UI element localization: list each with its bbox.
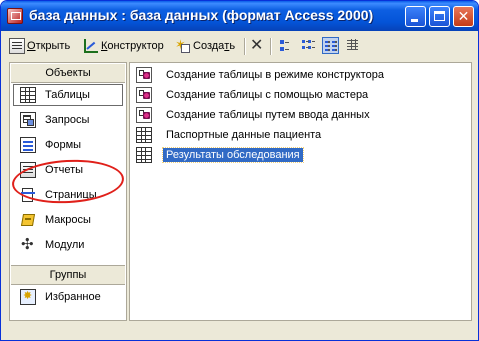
sidebar-item-favorites[interactable]: Избранное [14,286,122,308]
report-icon [20,162,36,178]
table-icon [136,127,152,143]
query-icon [20,112,36,128]
open-icon [9,38,25,54]
minimize-icon [411,19,418,22]
table-icon [20,87,36,103]
design-icon [83,38,99,54]
details-view-button[interactable] [345,37,362,54]
database-window: база данных : база данных (формат Access… [0,0,479,341]
design-button[interactable]: Конструктор [83,37,164,55]
favorites-icon [20,289,36,305]
design-label: онструктор [107,40,164,52]
sidebar-item-label: Формы [45,139,82,151]
window-title: база данных : база данных (формат Access… [29,7,374,23]
list-item-selected[interactable]: Результаты обследования [136,146,304,164]
create-icon [175,37,191,54]
sidebar-item-label: Отчеты [45,164,84,176]
create-label: Созда [193,40,225,52]
sidebar-item-label: Запросы [45,114,90,126]
minimize-button[interactable] [405,6,426,27]
sidebar-item-reports[interactable]: Отчеты [14,159,122,181]
large-icons-view-button[interactable] [277,37,294,54]
list-item-label: Создание таблицы в режиме конструктора [166,69,384,81]
list-item[interactable]: Создание таблицы путем ввода данных [136,106,373,124]
objects-header[interactable]: Объекты [11,64,125,83]
objects-bar: Объекты Таблицы Запросы Формы Отчеты Стр… [9,62,127,321]
open-button[interactable]: Открыть [9,37,70,55]
wizard-icon [136,67,152,83]
module-icon [20,235,36,253]
table-icon [136,147,152,163]
list-view-button[interactable] [322,37,339,54]
close-icon: ✕ [457,8,470,24]
wizard-icon [136,107,152,123]
create-button[interactable]: Создать [175,37,235,55]
maximize-icon [434,11,445,21]
delete-icon[interactable]: ✕ [250,37,263,55]
toolbar: Открыть Конструктор Создать ✕ [5,33,474,59]
page-icon [20,187,36,203]
open-label: ткрыть [35,40,71,52]
macro-icon [20,212,36,228]
sidebar-item-pages[interactable]: Страницы [14,184,122,206]
sidebar-item-label: Страницы [45,189,97,201]
sidebar-item-queries[interactable]: Запросы [14,109,122,131]
list-item[interactable]: Паспортные данные пациента [136,126,324,144]
small-icons-view-button[interactable] [299,37,316,54]
list-item-label: Паспортные данные пациента [166,129,322,141]
title-bar[interactable]: база данных : база данных (формат Access… [1,1,478,31]
sidebar-item-forms[interactable]: Формы [14,134,122,156]
toolbar-separator [244,38,246,55]
toolbar-separator [270,38,272,55]
create-label-end: ь [229,40,236,52]
list-item[interactable]: Создание таблицы в режиме конструктора [136,66,387,84]
access-db-icon[interactable] [7,8,23,24]
list-item-label: Создание таблицы путем ввода данных [166,109,370,121]
sidebar-item-macros[interactable]: Макросы [14,209,122,231]
sidebar-item-label: Модули [45,239,85,251]
list-item-label: Результаты обследования [162,147,304,163]
wizard-icon [136,87,152,103]
sidebar-item-label: Избранное [45,291,101,303]
open-label-hotkey: О [27,40,36,52]
groups-header[interactable]: Группы [11,265,125,285]
list-item[interactable]: Создание таблицы с помощью мастера [136,86,371,104]
maximize-button[interactable] [429,6,450,27]
objects-list: Создание таблицы в режиме конструктора С… [129,62,472,321]
close-button[interactable]: ✕ [453,6,474,27]
form-icon [20,137,36,153]
sidebar-item-modules[interactable]: Модули [14,234,122,256]
sidebar-item-label: Таблицы [45,89,90,101]
list-item-label: Создание таблицы с помощью мастера [166,89,369,101]
sidebar-item-label: Макросы [45,214,91,226]
sidebar-item-tables[interactable]: Таблицы [13,84,123,106]
